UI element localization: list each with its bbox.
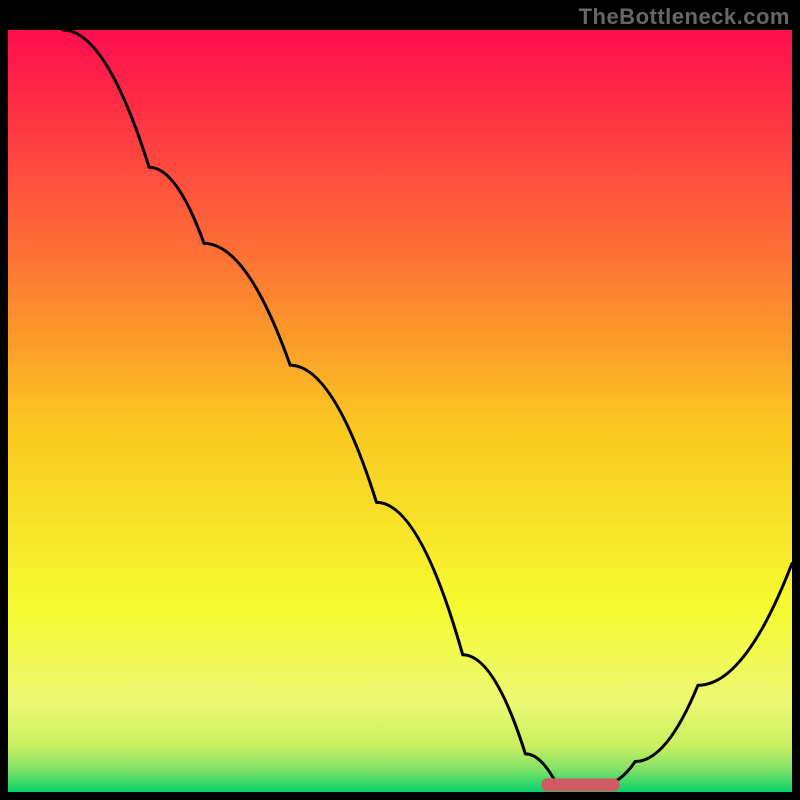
viewport: TheBottleneck.com (0, 0, 800, 800)
watermark-text: TheBottleneck.com (579, 4, 790, 30)
gradient-background (8, 30, 792, 792)
bottleneck-range-marker (541, 778, 619, 791)
plot-frame (8, 30, 792, 792)
plot-area (8, 30, 792, 792)
chart-svg (8, 30, 792, 792)
